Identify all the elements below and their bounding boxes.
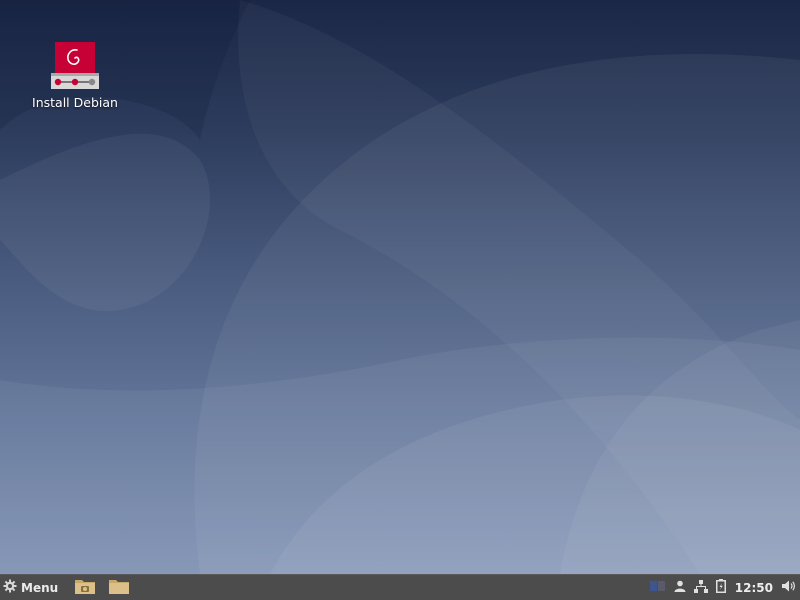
desktop-background: Install Debian <box>0 0 800 574</box>
file-manager-camera-folder-icon <box>74 577 96 598</box>
system-tray: 12:50 <box>646 575 800 600</box>
bottom-panel: Menu 12:50 <box>0 574 800 600</box>
clock[interactable]: 12:50 <box>730 581 778 595</box>
desktop-icon-label: Install Debian <box>32 95 118 110</box>
user-applet[interactable] <box>670 575 690 600</box>
battery-icon <box>715 579 726 596</box>
power-applet[interactable] <box>712 575 730 600</box>
launcher-folder[interactable] <box>106 577 132 599</box>
menu-button[interactable]: Menu <box>0 575 64 600</box>
folder-icon <box>108 577 130 598</box>
launcher-file-manager[interactable] <box>72 577 98 599</box>
user-icon <box>674 580 686 595</box>
menu-label: Menu <box>21 580 59 595</box>
network-applet[interactable] <box>690 575 712 600</box>
desktop-icon-install-debian[interactable]: Install Debian <box>28 40 122 110</box>
workspace-switcher[interactable] <box>646 575 670 600</box>
debian-installer-icon <box>50 40 100 92</box>
volume-icon <box>782 580 796 595</box>
gear-icon <box>3 579 17 596</box>
network-icon <box>693 579 708 596</box>
workspace-switcher-icon <box>649 580 666 595</box>
sound-applet[interactable] <box>778 575 800 600</box>
